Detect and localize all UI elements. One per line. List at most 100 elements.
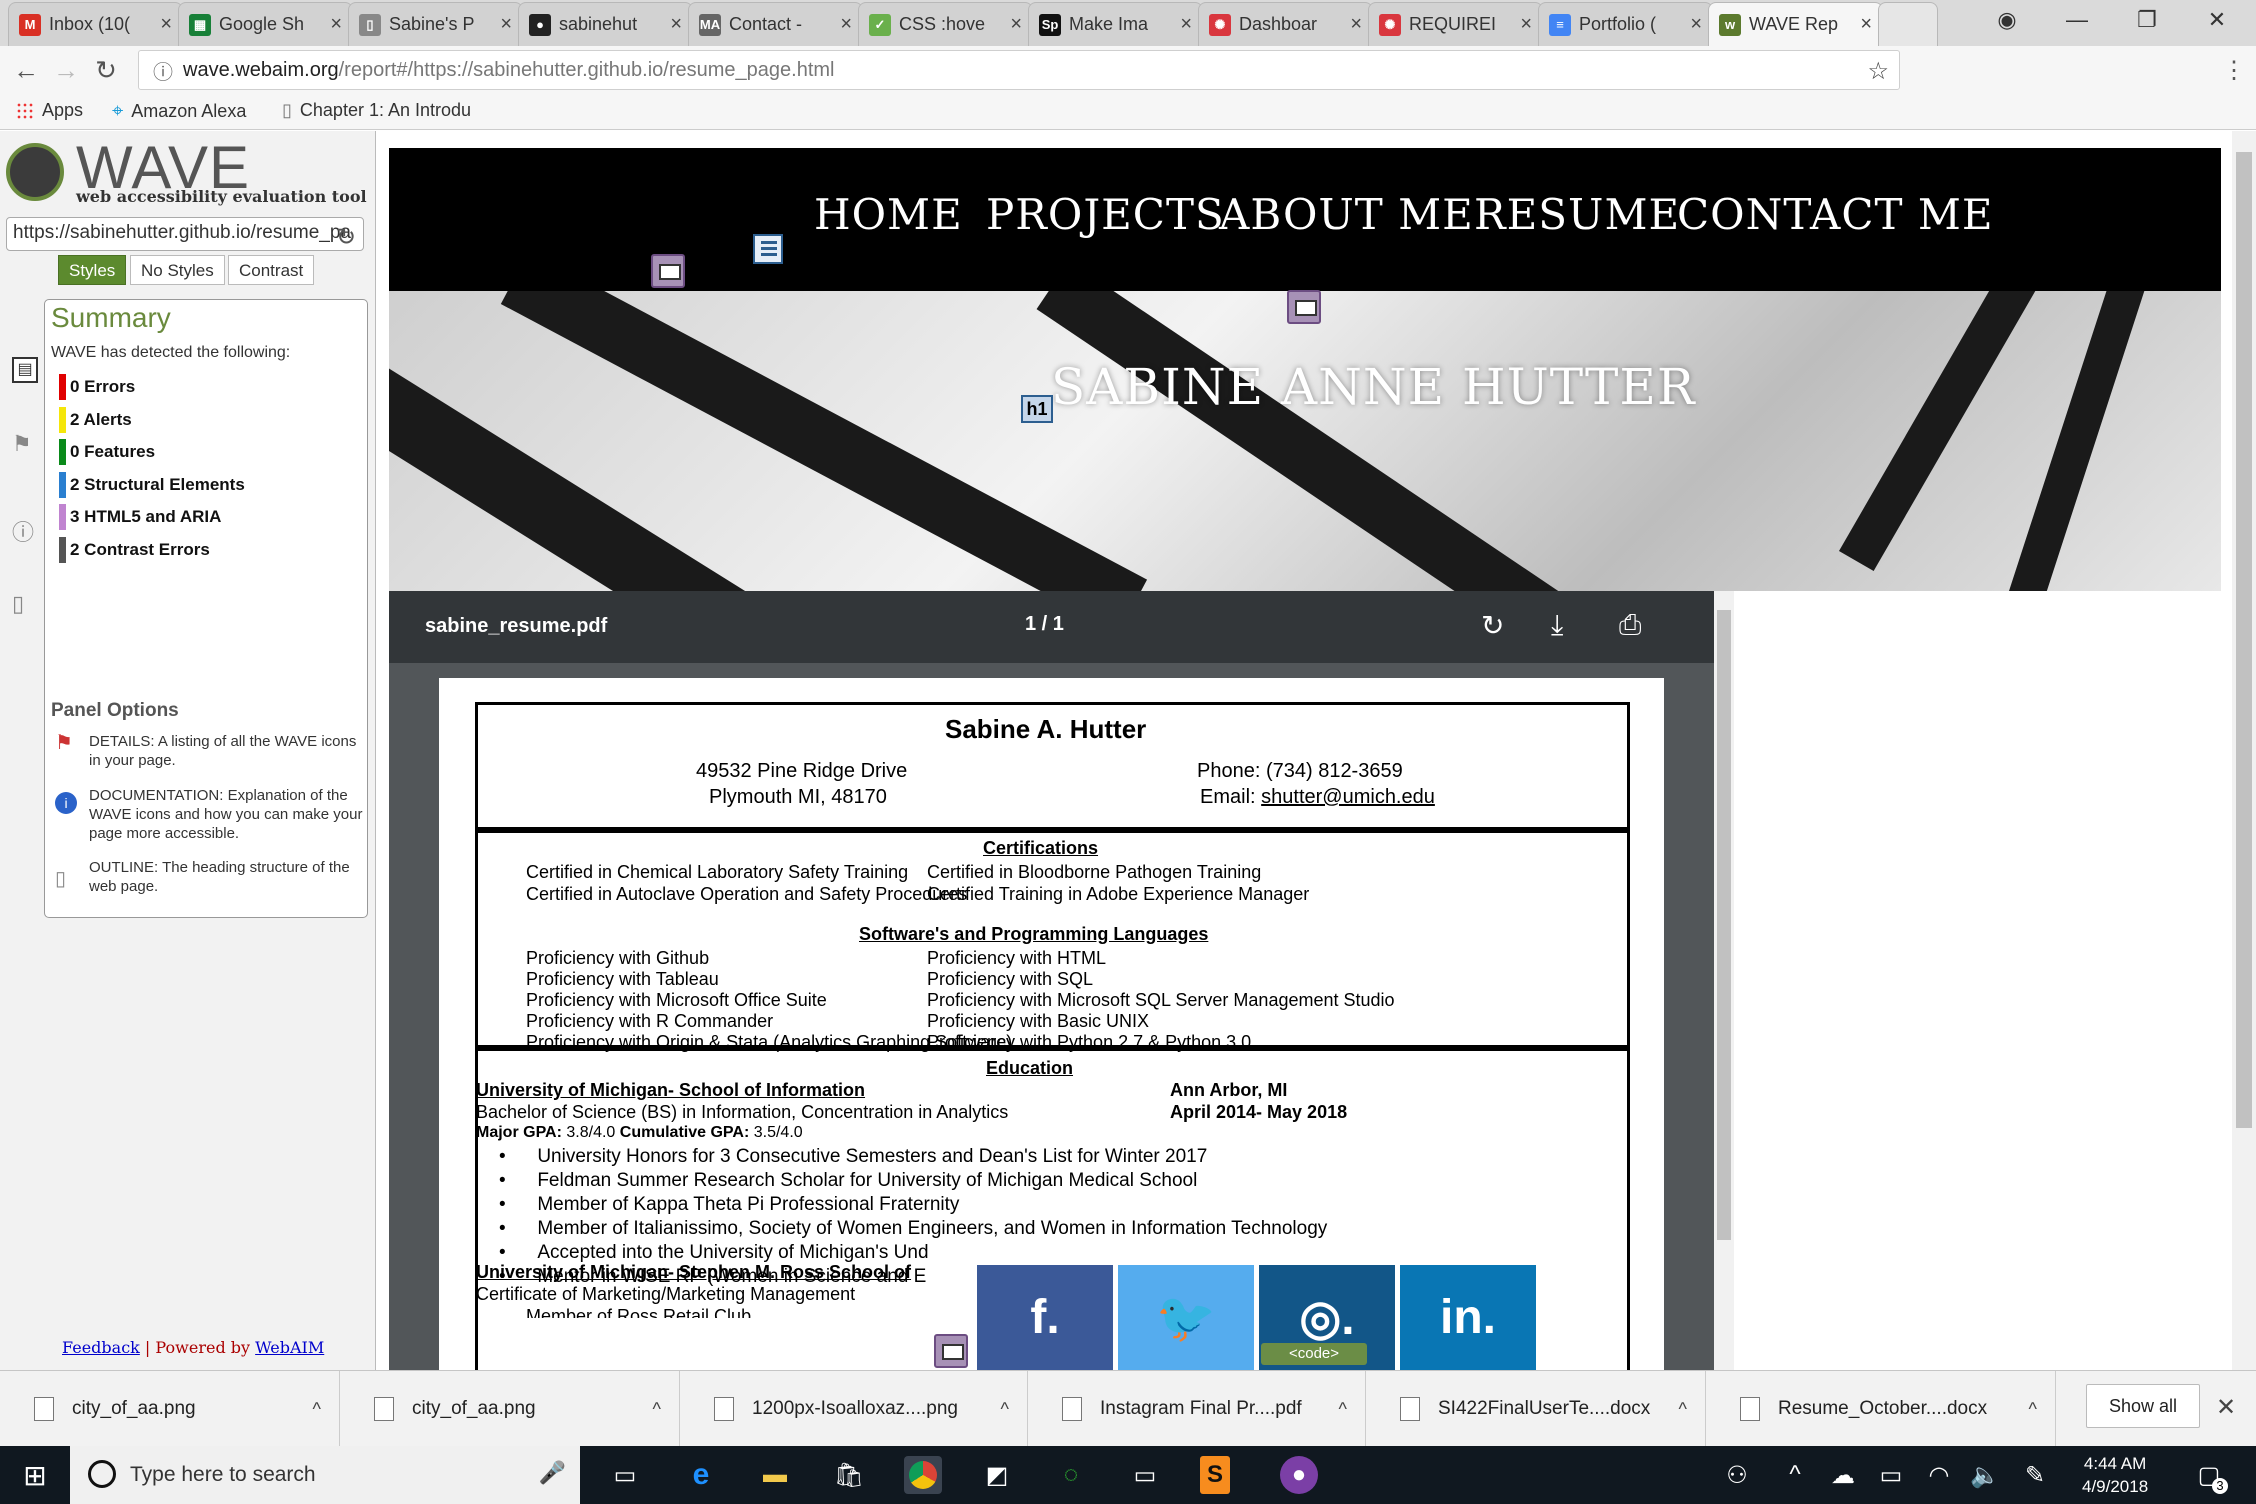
chevron-up-icon[interactable]: ^ xyxy=(1776,1456,1814,1494)
info-icon[interactable]: ⓘ xyxy=(153,56,173,85)
nav-item-projects[interactable]: PROJECTS xyxy=(986,190,1225,239)
chevron-up-icon[interactable]: ^ xyxy=(653,1399,661,1420)
forward-icon[interactable]: → xyxy=(46,55,86,86)
minimize-icon[interactable]: — xyxy=(2042,0,2112,40)
sticky-notes-icon[interactable]: ◩ xyxy=(978,1456,1016,1494)
documentation-option[interactable]: DOCUMENTATION: Explanation of the WAVE i… xyxy=(89,786,363,843)
browser-tab[interactable]: ≡ Portfolio (× xyxy=(1538,2,1713,46)
new-tab-button[interactable] xyxy=(1878,2,1938,46)
nav-item-home[interactable]: HOME xyxy=(814,190,963,239)
browser-tab[interactable]: ▯ Sabine's P × xyxy=(348,2,523,46)
page-scrollbar-thumb[interactable] xyxy=(2236,152,2252,1128)
close-icon[interactable]: × xyxy=(1860,13,1872,36)
bookmark-chapter[interactable]: ▯ Chapter 1: An Introdu xyxy=(282,100,500,121)
summary-item[interactable]: 2 Contrast Errors xyxy=(59,536,210,563)
close-icon[interactable]: × xyxy=(1520,13,1532,36)
contrast-button[interactable]: Contrast xyxy=(228,255,315,285)
print-icon[interactable]: ⎙ xyxy=(1619,609,1641,642)
browser-tab[interactable]: w WAVE Rep × xyxy=(1708,2,1883,46)
close-icon[interactable]: × xyxy=(1180,13,1192,36)
windows-start-icon[interactable]: ⊞ xyxy=(16,1456,54,1494)
details-option[interactable]: DETAILS: A listing of all the WAVE icons… xyxy=(89,732,363,770)
notification-icon[interactable]: ▢ 3 xyxy=(2190,1456,2228,1494)
download-icon[interactable]: ⤓ xyxy=(1551,609,1563,642)
spinner-app-icon[interactable]: ◌ xyxy=(1052,1456,1090,1494)
download-item[interactable]: Resume_October....docx ^ xyxy=(1706,1371,2056,1447)
file-explorer-icon[interactable]: ▬ xyxy=(756,1456,794,1494)
microphone-icon[interactable]: 🎤 xyxy=(539,1460,566,1486)
chrome-icon[interactable] xyxy=(904,1456,942,1494)
outline-tab-icon[interactable]: ▯ xyxy=(12,591,38,617)
summary-tab-icon[interactable]: ▤ xyxy=(12,357,38,383)
show-all-button[interactable]: Show all xyxy=(2086,1384,2200,1428)
close-window-icon[interactable]: ✕ xyxy=(2182,0,2252,40)
outline-option[interactable]: OUTLINE: The heading structure of the we… xyxy=(89,858,363,896)
nav-item-resume[interactable]: RESUME xyxy=(1474,190,1680,239)
pdf-scrollbar-thumb[interactable] xyxy=(1717,610,1731,1240)
bookmark-alexa[interactable]: ⌖ Amazon Alexa xyxy=(112,100,246,123)
browser-tab[interactable]: M Inbox (10(× xyxy=(8,2,183,46)
nav-item-about-me[interactable]: ABOUT ME xyxy=(1219,190,1474,239)
chevron-up-icon[interactable]: ^ xyxy=(1679,1399,1687,1420)
wave-url-input[interactable]: https://sabinehutter.github.io/resume_pa xyxy=(6,217,364,251)
styles-button[interactable]: Styles xyxy=(58,255,127,285)
browser-tab[interactable]: ✺ Dashboar × xyxy=(1198,2,1373,46)
reload-icon[interactable]: ↻ xyxy=(86,55,126,86)
battery-icon[interactable]: ▭ xyxy=(1872,1456,1910,1494)
address-bar[interactable]: ⓘ wave.webaim.org/report#/https://sabine… xyxy=(138,50,1900,90)
wave-h1-icon[interactable]: h1 xyxy=(1021,395,1053,423)
github-desktop-icon[interactable]: ● xyxy=(1280,1456,1318,1494)
summary-item[interactable]: 0 Errors xyxy=(59,374,135,400)
close-icon[interactable]: × xyxy=(1350,13,1362,36)
menu-icon[interactable]: ⋮ xyxy=(2222,56,2246,85)
close-icon[interactable]: × xyxy=(330,13,342,36)
summary-item[interactable]: 0 Features xyxy=(59,439,155,465)
close-icon[interactable]: × xyxy=(500,13,512,36)
browser-tab[interactable]: ✓ CSS :hove × xyxy=(858,2,1033,46)
email-link[interactable]: shutter@umich.edu xyxy=(1261,786,1435,808)
wave-code-tag[interactable]: <code> xyxy=(1261,1343,1367,1365)
twitter-icon[interactable]: 🐦 xyxy=(1118,1265,1254,1370)
download-item[interactable]: city_of_aa.png ^ xyxy=(340,1371,680,1447)
wave-list-icon[interactable] xyxy=(753,234,783,264)
facebook-icon[interactable]: f. xyxy=(977,1265,1113,1370)
browser-tab[interactable]: MA Contact - × xyxy=(688,2,863,46)
browser-tab[interactable]: ▦ Google Sh × xyxy=(178,2,353,46)
close-icon[interactable]: ✕ xyxy=(2216,1393,2236,1422)
onedrive-icon[interactable]: ☁ xyxy=(1824,1456,1862,1494)
no-styles-button[interactable]: No Styles xyxy=(130,255,225,285)
close-icon[interactable]: × xyxy=(1010,13,1022,36)
summary-item[interactable]: 2 Alerts xyxy=(59,406,132,433)
chevron-up-icon[interactable]: ^ xyxy=(1001,1399,1009,1420)
browser-tab[interactable]: ✺ REQUIREI × xyxy=(1368,2,1543,46)
wave-html5-icon[interactable] xyxy=(651,254,685,288)
download-item[interactable]: Instagram Final Pr....pdf ^ xyxy=(1028,1371,1366,1447)
taskbar-clock[interactable]: 4:44 AM 4/9/2018 xyxy=(2082,1452,2148,1498)
linkedin-icon[interactable]: in. xyxy=(1400,1265,1536,1370)
bookmark-star-icon[interactable]: ☆ xyxy=(1867,57,1889,86)
task-view-icon[interactable]: ▭ xyxy=(606,1456,644,1494)
wave-html5-icon[interactable] xyxy=(1287,290,1321,324)
chevron-up-icon[interactable]: ^ xyxy=(313,1399,321,1420)
pen-icon[interactable]: ✎ xyxy=(2016,1456,2054,1494)
download-item[interactable]: 1200px-Isoalloxaz....png ^ xyxy=(680,1371,1028,1447)
edge-icon[interactable]: e xyxy=(682,1456,720,1494)
close-icon[interactable]: × xyxy=(840,13,852,36)
nav-item-contact-me[interactable]: CONTACT ME xyxy=(1677,190,1994,239)
close-icon[interactable]: × xyxy=(160,13,172,36)
volume-icon[interactable]: 🔈 xyxy=(1966,1456,2004,1494)
sublime-icon[interactable]: S xyxy=(1200,1456,1230,1494)
store-icon[interactable]: 🛍 xyxy=(830,1456,868,1494)
webaim-link[interactable]: WebAIM xyxy=(255,1338,324,1357)
people-icon[interactable]: ⚇ xyxy=(1718,1456,1756,1494)
download-item[interactable]: city_of_aa.png ^ xyxy=(0,1371,340,1447)
taskbar-search[interactable]: Type here to search 🎤 xyxy=(70,1446,580,1504)
summary-item[interactable]: 2 Structural Elements xyxy=(59,471,245,498)
browser-tab[interactable]: Sp Make Ima × xyxy=(1028,2,1203,46)
download-item[interactable]: SI422FinalUserTe....docx ^ xyxy=(1366,1371,1706,1447)
terminal-icon[interactable]: ▭ xyxy=(1126,1456,1164,1494)
wifi-icon[interactable]: ◠ xyxy=(1920,1456,1958,1494)
rotate-icon[interactable]: ↻ xyxy=(1481,609,1504,642)
browser-tab[interactable]: ● sabinehut × xyxy=(518,2,693,46)
close-icon[interactable]: × xyxy=(670,13,682,36)
